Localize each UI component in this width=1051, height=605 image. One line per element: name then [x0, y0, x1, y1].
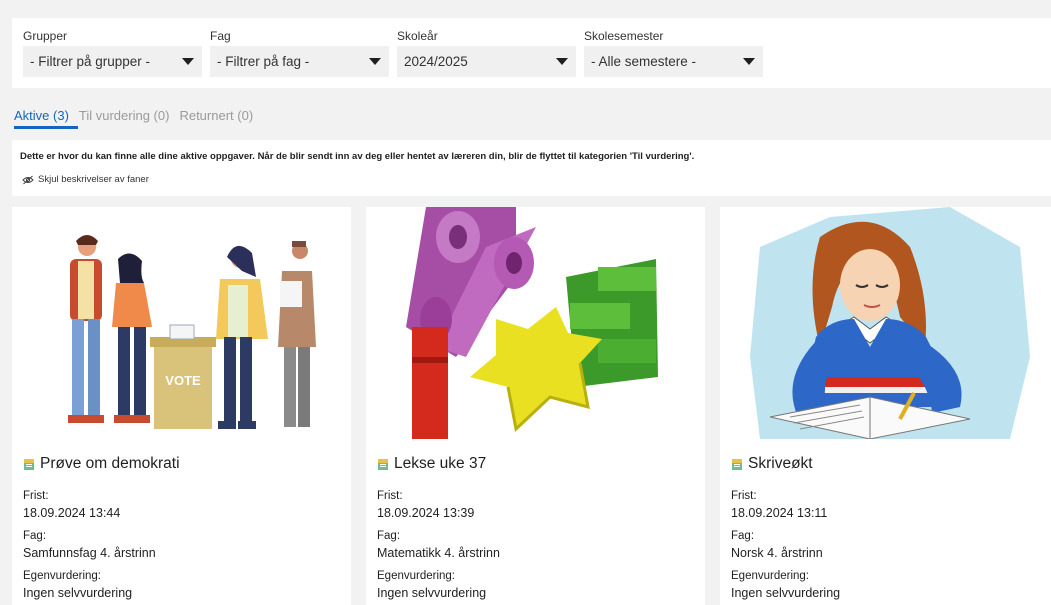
self-assessment-field: Egenvurdering: Ingen selvvurdering	[23, 570, 132, 600]
assignment-book-icon	[24, 458, 34, 470]
assignment-title-text: Lekse uke 37	[394, 455, 487, 472]
filter-groups: Grupper - Filtrer på grupper -	[23, 28, 202, 77]
tab-returned[interactable]: Returnert (0)	[179, 106, 253, 130]
assignment-card[interactable]: Lekse uke 37 Frist: 18.09.2024 13:39 Fag…	[366, 207, 705, 605]
subject-select[interactable]: - Filtrer på fag -	[210, 46, 389, 77]
filter-school-year-label: Skoleår	[397, 29, 438, 43]
hide-descriptions-toggle[interactable]: Skjul beskrivelser av faner	[22, 174, 149, 185]
assignment-image-voting: VOTE	[12, 207, 351, 439]
vote-box-label: VOTE	[165, 373, 201, 388]
deadline-field: Frist: 18.09.2024 13:39	[377, 490, 474, 520]
school-year-select-value: 2024/2025	[404, 54, 468, 69]
chevron-down-icon	[743, 58, 755, 65]
tab-description-panel: Dette er hvor du kan finne alle dine akt…	[12, 140, 1051, 196]
self-assessment-field: Egenvurdering: Ingen selvvurdering	[731, 570, 840, 600]
subject-field: Fag: Samfunnsfag 4. årstrinn	[23, 530, 156, 560]
eye-off-icon	[22, 175, 34, 184]
subject-value: Matematikk 4. årstrinn	[377, 546, 500, 560]
deadline-label: Frist:	[377, 490, 403, 502]
subject-field: Fag: Norsk 4. årstrinn	[731, 530, 823, 560]
subject-label: Fag:	[23, 530, 47, 542]
filter-groups-label: Grupper	[23, 29, 68, 43]
chevron-down-icon	[369, 58, 381, 65]
filter-subject: Fag - Filtrer på fag -	[210, 28, 389, 77]
assignment-image-writing	[720, 207, 1051, 439]
deadline-label: Frist:	[23, 490, 49, 502]
self-assessment-field: Egenvurdering: Ingen selvvurdering	[377, 570, 486, 600]
assignment-title-text: Skriveøkt	[748, 455, 813, 472]
subject-label: Fag:	[731, 530, 755, 542]
self-assessment-label: Egenvurdering:	[731, 570, 809, 582]
filter-subject-label: Fag	[210, 29, 231, 43]
assignment-title[interactable]: Prøve om demokrati	[23, 455, 180, 473]
deadline-value: 18.09.2024 13:39	[377, 506, 475, 520]
deadline-label: Frist:	[731, 490, 757, 502]
deadline-value: 18.09.2024 13:44	[23, 506, 121, 520]
subject-select-value: - Filtrer på fag -	[217, 54, 310, 69]
self-assessment-value: Ingen selvvurdering	[731, 586, 841, 600]
subject-value: Norsk 4. årstrinn	[731, 546, 823, 560]
subject-label: Fag:	[377, 530, 401, 542]
assignment-book-icon	[378, 458, 388, 470]
filter-semester-label: Skolesemester	[584, 29, 664, 43]
assignment-title[interactable]: Skriveøkt	[731, 455, 813, 473]
tab-for-assessment[interactable]: Til vurdering (0)	[79, 106, 170, 130]
self-assessment-value: Ingen selvvurdering	[377, 586, 487, 600]
assignment-title-text: Prøve om demokrati	[40, 455, 180, 472]
filter-bar: Grupper - Filtrer på grupper - Fag - Fil…	[12, 18, 1051, 88]
subject-value: Samfunnsfag 4. årstrinn	[23, 546, 156, 560]
self-assessment-value: Ingen selvvurdering	[23, 586, 133, 600]
assignment-book-icon	[732, 458, 742, 470]
assignment-card[interactable]: VOTE Prøve om demokrati Frist: 18.09.202…	[12, 207, 351, 605]
deadline-value: 18.09.2024 13:11	[731, 506, 828, 520]
deadline-field: Frist: 18.09.2024 13:44	[23, 490, 120, 520]
top-spacer	[0, 0, 1051, 12]
filter-school-year: Skoleår 2024/2025	[397, 28, 576, 77]
groups-select[interactable]: - Filtrer på grupper -	[23, 46, 202, 77]
self-assessment-label: Egenvurdering:	[377, 570, 455, 582]
school-year-select[interactable]: 2024/2025	[397, 46, 576, 77]
chevron-down-icon	[182, 58, 194, 65]
semester-select-value: - Alle semestere -	[591, 54, 697, 69]
semester-select[interactable]: - Alle semestere -	[584, 46, 763, 77]
assignment-title[interactable]: Lekse uke 37	[377, 455, 486, 473]
self-assessment-label: Egenvurdering:	[23, 570, 101, 582]
tab-description: Dette er hvor du kan finne alle dine akt…	[20, 151, 695, 162]
assignment-image-math	[366, 207, 705, 439]
hide-descriptions-label: Skjul beskrivelser av faner	[38, 174, 149, 185]
filter-semester: Skolesemester - Alle semestere -	[584, 28, 763, 77]
subject-field: Fag: Matematikk 4. årstrinn	[377, 530, 500, 560]
groups-select-value: - Filtrer på grupper -	[30, 54, 151, 69]
chevron-down-icon	[556, 58, 568, 65]
deadline-field: Frist: 18.09.2024 13:11	[731, 490, 827, 520]
active-tab-indicator	[14, 126, 78, 129]
assignment-card[interactable]: Skriveøkt Frist: 18.09.2024 13:11 Fag: N…	[720, 207, 1051, 605]
